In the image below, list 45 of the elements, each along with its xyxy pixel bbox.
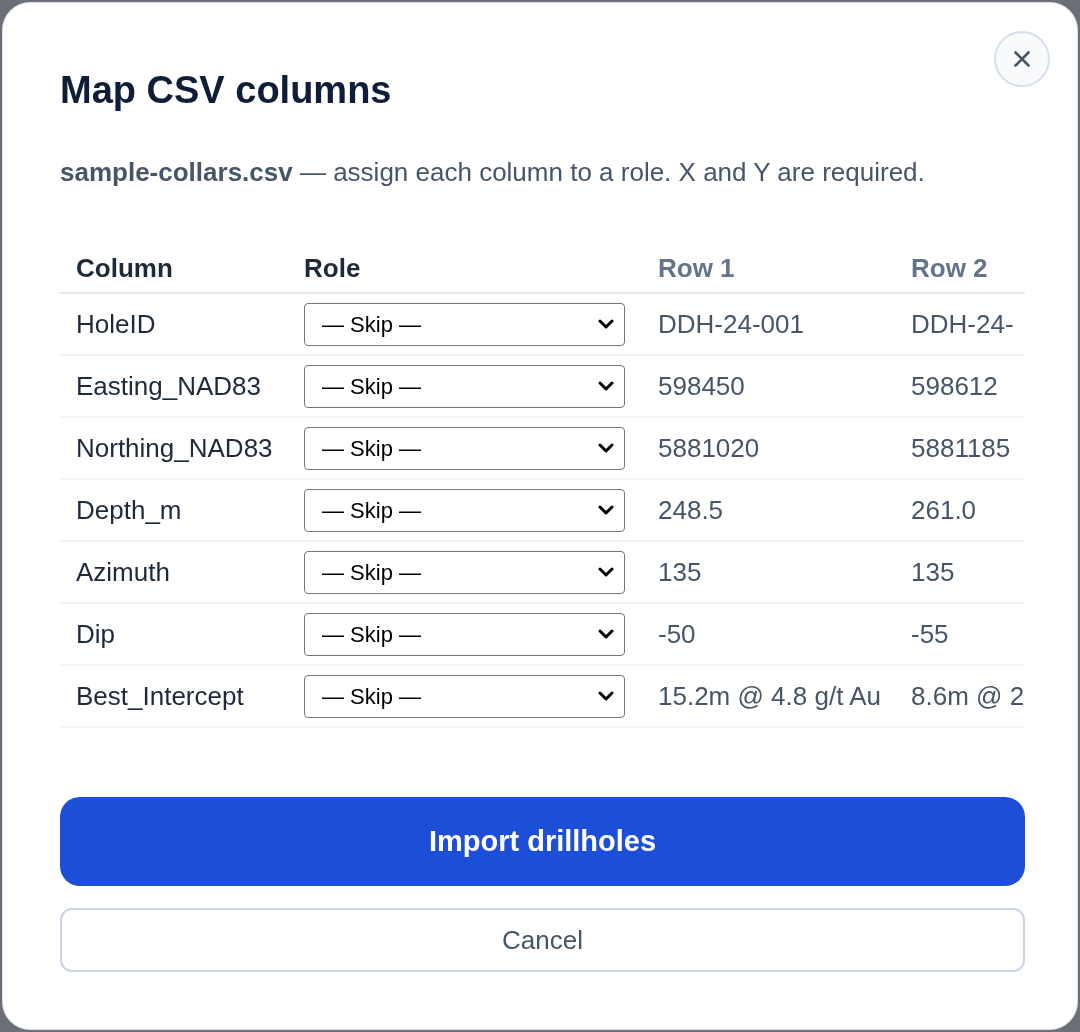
column-name: Northing_NAD83	[76, 432, 273, 463]
role-select[interactable]: — Skip —	[304, 302, 625, 346]
dialog-title: Map CSV columns	[60, 68, 392, 113]
close-button[interactable]	[994, 31, 1050, 87]
column-name: Azimuth	[76, 556, 170, 587]
role-select[interactable]: — Skip —	[304, 426, 625, 470]
column-header: Row 2	[911, 252, 988, 283]
dialog-description: sample-collars.csv — assign each column to a role. X and Y are required.	[60, 156, 925, 189]
cancel-button[interactable]: Cancel	[60, 908, 1025, 972]
column-header: Column	[76, 252, 173, 283]
chevron-down-icon	[598, 505, 614, 515]
sample-value: 15.2m @ 4.8 g/t Au	[658, 680, 881, 711]
sample-value: 135	[911, 556, 955, 587]
close-icon	[1014, 51, 1030, 67]
sample-value: 598450	[658, 370, 745, 401]
column-name: Depth_m	[76, 494, 182, 525]
column-name: Best_Intercept	[76, 680, 244, 711]
role-select[interactable]: — Skip —	[304, 674, 625, 718]
sample-value: -50	[658, 618, 696, 649]
chevron-down-icon	[598, 629, 614, 639]
chevron-down-icon	[598, 691, 614, 701]
column-name: HoleID	[76, 308, 156, 339]
role-select[interactable]: — Skip —	[304, 612, 625, 656]
sample-value: 5881020	[658, 432, 760, 463]
sample-value: 135	[658, 556, 702, 587]
column-name: Dip	[76, 618, 115, 649]
role-select[interactable]: — Skip —	[304, 550, 625, 594]
sample-value: DDH-24-001	[658, 308, 804, 339]
role-select[interactable]: — Skip —	[304, 488, 625, 532]
sample-value: 5881185	[911, 432, 1011, 463]
chevron-down-icon	[598, 567, 614, 577]
sample-value: DDH-24-	[911, 308, 1014, 339]
sample-value: 8.6m @ 2	[911, 680, 1025, 711]
role-select[interactable]: — Skip —	[304, 364, 625, 408]
sample-value: 598612	[911, 370, 998, 401]
chevron-down-icon	[598, 319, 614, 329]
sample-value: 248.5	[658, 494, 724, 525]
column-header: Role	[304, 252, 361, 283]
import-button[interactable]: Import drillholes	[60, 797, 1025, 886]
chevron-down-icon	[598, 381, 614, 391]
sample-value: -55	[911, 618, 949, 649]
column-name: Easting_NAD83	[76, 370, 261, 401]
column-header: Row 1	[658, 252, 735, 283]
sample-value: 261.0	[911, 494, 977, 525]
chevron-down-icon	[598, 443, 614, 453]
